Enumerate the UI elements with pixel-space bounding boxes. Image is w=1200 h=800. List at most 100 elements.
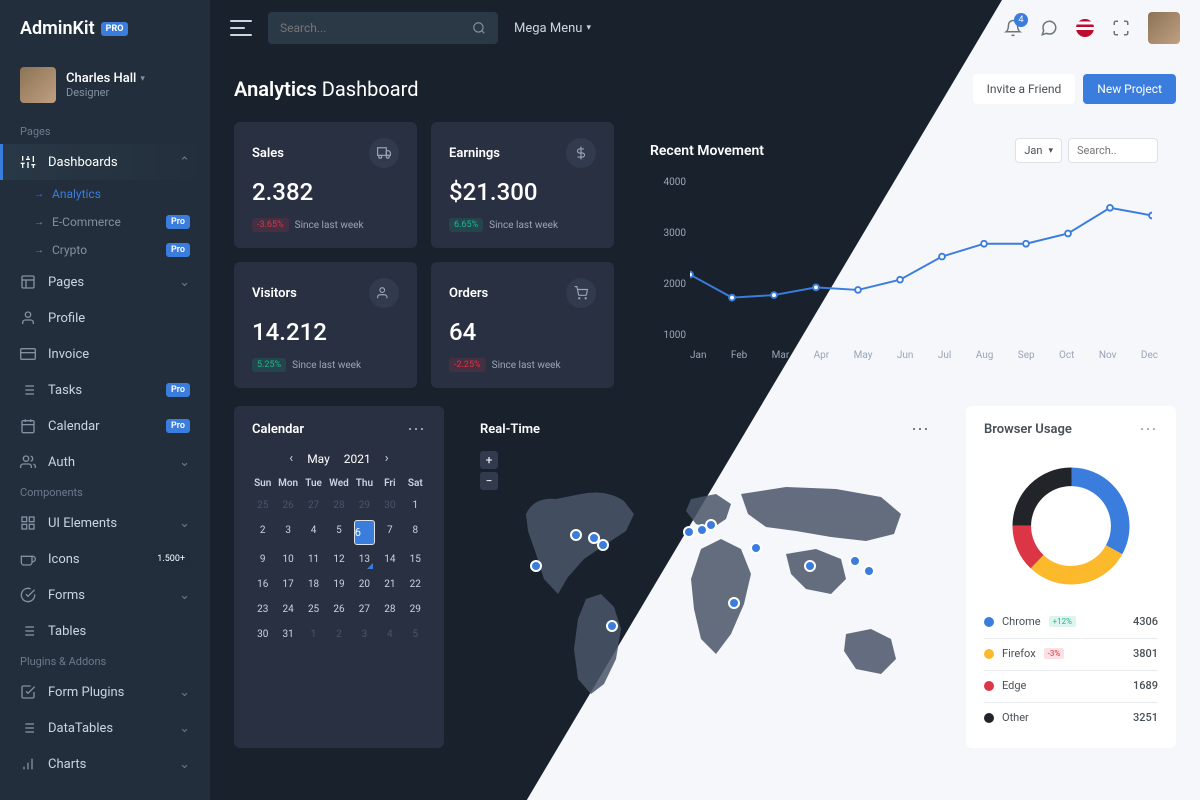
calendar-day[interactable]: 17 bbox=[277, 574, 298, 595]
nav-tasks[interactable]: TasksPro bbox=[0, 372, 210, 408]
calendar-day[interactable]: 4 bbox=[303, 520, 324, 545]
map-marker[interactable] bbox=[570, 529, 582, 541]
sub-analytics[interactable]: →Analytics bbox=[0, 180, 210, 208]
calendar-day[interactable]: 13 bbox=[354, 549, 375, 570]
calendar-day[interactable]: 10 bbox=[277, 549, 298, 570]
calendar-day[interactable]: 27 bbox=[303, 495, 324, 516]
chevron-down-icon: ⌄ bbox=[179, 516, 190, 531]
cal-next[interactable]: › bbox=[385, 451, 389, 466]
more-icon[interactable]: ⋯ bbox=[1139, 425, 1158, 435]
month-selector[interactable]: Jan▾ bbox=[1015, 138, 1062, 163]
nav-calendar[interactable]: CalendarPro bbox=[0, 408, 210, 444]
calendar-day[interactable]: 11 bbox=[303, 549, 324, 570]
cal-prev[interactable]: ‹ bbox=[289, 451, 293, 466]
arrow-icon: → bbox=[34, 217, 44, 228]
calendar-grid: SunMonTueWedThuFriSat2526272829301234567… bbox=[252, 476, 426, 645]
calendar-day[interactable]: 12 bbox=[328, 549, 349, 570]
calendar-day[interactable]: 31 bbox=[277, 624, 298, 645]
calendar-day[interactable]: 1 bbox=[303, 624, 324, 645]
calendar-day[interactable]: 28 bbox=[379, 599, 400, 620]
nav-formplugins[interactable]: Form Plugins⌄ bbox=[0, 674, 210, 710]
calendar-day[interactable]: 21 bbox=[379, 574, 400, 595]
search-input[interactable] bbox=[280, 21, 472, 35]
calendar-day[interactable]: 14 bbox=[379, 549, 400, 570]
calendar-day[interactable]: 22 bbox=[405, 574, 426, 595]
calendar-day[interactable]: 25 bbox=[303, 599, 324, 620]
user-card[interactable]: Charles Hall▾ Designer bbox=[0, 57, 210, 119]
more-icon[interactable]: ⋯ bbox=[911, 425, 930, 435]
calendar-day[interactable]: 29 bbox=[405, 599, 426, 620]
map-marker[interactable] bbox=[750, 542, 762, 554]
map-marker[interactable] bbox=[849, 555, 861, 567]
nav-tables[interactable]: Tables bbox=[0, 613, 210, 649]
calendar-day[interactable]: 2 bbox=[252, 520, 273, 545]
calendar-day[interactable]: 28 bbox=[328, 495, 349, 516]
map-marker[interactable] bbox=[705, 519, 717, 531]
map-marker[interactable] bbox=[530, 560, 542, 572]
notifications-button[interactable]: 4 bbox=[1004, 19, 1022, 37]
bar-chart-icon bbox=[20, 756, 36, 772]
calendar-day[interactable]: 24 bbox=[277, 599, 298, 620]
nav-charts[interactable]: Charts⌄ bbox=[0, 746, 210, 782]
nav-icons[interactable]: Icons1.500+ bbox=[0, 541, 210, 577]
messages-button[interactable] bbox=[1040, 19, 1058, 37]
calendar-day[interactable]: 27 bbox=[354, 599, 375, 620]
nav-auth[interactable]: Auth⌄ bbox=[0, 444, 210, 480]
calendar-day[interactable]: 1 bbox=[405, 495, 426, 516]
brand[interactable]: AdminKit PRO bbox=[0, 0, 210, 57]
language-flag[interactable] bbox=[1076, 19, 1094, 37]
map-marker[interactable] bbox=[863, 565, 875, 577]
calendar-day[interactable]: 5 bbox=[405, 624, 426, 645]
calendar-day[interactable]: 18 bbox=[303, 574, 324, 595]
menu-toggle[interactable] bbox=[230, 20, 252, 36]
nav-datatables[interactable]: DataTables⌄ bbox=[0, 710, 210, 746]
calendar-day[interactable]: 9 bbox=[252, 549, 273, 570]
nav-profile[interactable]: Profile bbox=[0, 300, 210, 336]
map-marker[interactable] bbox=[606, 620, 618, 632]
calendar-day[interactable]: 23 bbox=[252, 599, 273, 620]
more-icon[interactable]: ⋯ bbox=[407, 425, 426, 435]
calendar-day[interactable]: 8 bbox=[405, 520, 426, 545]
calendar-day[interactable]: 16 bbox=[252, 574, 273, 595]
calendar-day[interactable]: 30 bbox=[379, 495, 400, 516]
calendar-day[interactable]: 20 bbox=[354, 574, 375, 595]
map-marker[interactable] bbox=[728, 597, 740, 609]
search-box[interactable] bbox=[268, 12, 498, 44]
sub-ecommerce[interactable]: →E-CommercePro bbox=[0, 208, 210, 236]
map-marker[interactable] bbox=[683, 526, 695, 538]
nav-pages[interactable]: Pages⌄ bbox=[0, 264, 210, 300]
world-map[interactable]: +− bbox=[480, 451, 930, 711]
browser-legend: Chrome+12%4306Firefox-3%3801Edge1689Othe… bbox=[984, 607, 1158, 732]
calendar-day[interactable]: 26 bbox=[277, 495, 298, 516]
fullscreen-button[interactable] bbox=[1112, 19, 1130, 37]
calendar-day[interactable]: 25 bbox=[252, 495, 273, 516]
chart-search[interactable] bbox=[1068, 138, 1158, 163]
calendar-day[interactable]: 15 bbox=[405, 549, 426, 570]
donut-chart bbox=[1006, 461, 1136, 591]
calendar-day[interactable]: 19 bbox=[328, 574, 349, 595]
calendar-day[interactable]: 29 bbox=[354, 495, 375, 516]
realtime-card: Real-Time⋯ +− bbox=[462, 406, 948, 748]
nav-forms[interactable]: Forms⌄ bbox=[0, 577, 210, 613]
calendar-day[interactable]: 3 bbox=[277, 520, 298, 545]
calendar-day[interactable]: 6 bbox=[354, 520, 375, 545]
calendar-day[interactable]: 5 bbox=[328, 520, 349, 545]
calendar-day[interactable]: 2 bbox=[328, 624, 349, 645]
chevron-down-icon: ⌄ bbox=[179, 275, 190, 290]
calendar-day[interactable]: 3 bbox=[354, 624, 375, 645]
chart-title: Recent Movement bbox=[650, 143, 764, 159]
sub-crypto[interactable]: →CryptoPro bbox=[0, 236, 210, 264]
nav-dashboards[interactable]: Dashboards ⌃ bbox=[0, 144, 210, 180]
zoom-in[interactable]: + bbox=[480, 451, 498, 469]
mega-menu[interactable]: Mega Menu▾ bbox=[514, 21, 591, 36]
calendar-day[interactable]: 30 bbox=[252, 624, 273, 645]
zoom-out[interactable]: − bbox=[480, 472, 498, 490]
invite-button[interactable]: Invite a Friend bbox=[973, 74, 1076, 104]
new-project-button[interactable]: New Project bbox=[1083, 74, 1176, 104]
calendar-day[interactable]: 26 bbox=[328, 599, 349, 620]
calendar-day[interactable]: 7 bbox=[379, 520, 400, 545]
user-avatar[interactable] bbox=[1148, 12, 1180, 44]
calendar-day[interactable]: 4 bbox=[379, 624, 400, 645]
nav-invoice[interactable]: Invoice bbox=[0, 336, 210, 372]
nav-ui[interactable]: UI Elements⌄ bbox=[0, 505, 210, 541]
